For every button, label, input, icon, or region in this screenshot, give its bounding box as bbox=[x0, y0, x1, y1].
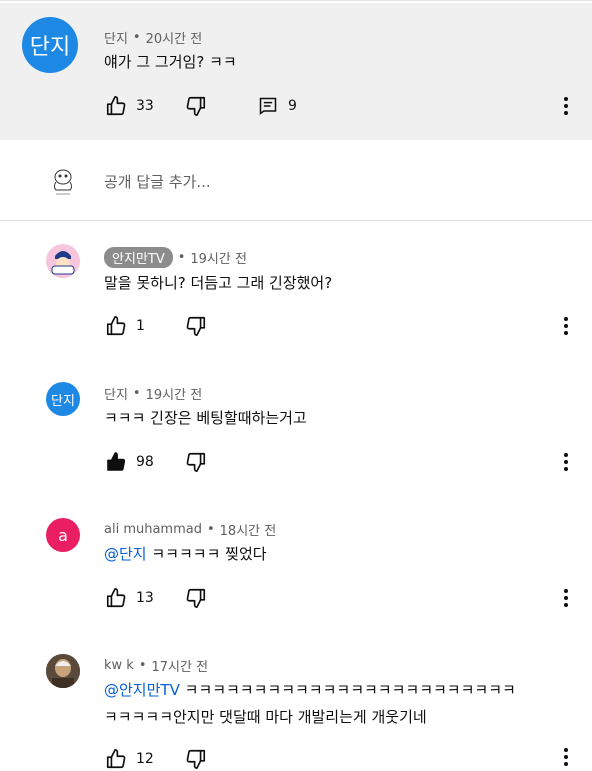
like-button[interactable]: 98 bbox=[104, 450, 154, 474]
dislike-button[interactable] bbox=[184, 450, 208, 474]
author-name[interactable]: 단지 bbox=[104, 28, 128, 47]
separator-dot: • bbox=[177, 250, 186, 265]
dislike-button[interactable] bbox=[184, 586, 208, 610]
replies-button[interactable]: 9 bbox=[256, 94, 297, 118]
more-options-icon[interactable] bbox=[554, 314, 578, 338]
timestamp[interactable]: 19시간 전 bbox=[146, 384, 203, 403]
comment-icon bbox=[256, 94, 280, 118]
comment-meta: 안지만TV • 19시간 전 bbox=[104, 247, 247, 268]
top-divider bbox=[0, 0, 592, 1]
comment-body: ㅋㅋㅋㅋㅋ 찢었다 bbox=[146, 545, 267, 563]
thumbs-down-icon bbox=[184, 94, 208, 118]
comment-text-line-2: ㅋㅋㅋㅋㅋ안지만 댓달때 마다 개발리는게 개웃기네 bbox=[104, 708, 427, 726]
dislike-button[interactable] bbox=[184, 94, 208, 118]
author-name[interactable]: 단지 bbox=[104, 384, 128, 403]
comment-meta: kw k • 17시간 전 bbox=[104, 656, 208, 675]
like-count: 98 bbox=[136, 454, 154, 470]
like-count: 33 bbox=[136, 98, 154, 114]
thumbs-down-icon bbox=[184, 747, 208, 771]
author-name[interactable]: kw k bbox=[104, 658, 134, 673]
avatar[interactable]: 단지 bbox=[22, 17, 78, 73]
separator-dot: • bbox=[132, 386, 141, 401]
like-button[interactable]: 13 bbox=[104, 586, 154, 610]
separator-dot: • bbox=[206, 522, 215, 537]
like-count: 12 bbox=[136, 751, 154, 767]
divider bbox=[0, 220, 592, 221]
separator-dot: • bbox=[132, 30, 141, 45]
comment-text: @단지 ㅋㅋㅋㅋㅋ 찢었다 bbox=[104, 543, 267, 564]
comment-text: @안지만TV ㅋㅋㅋㅋㅋㅋㅋㅋㅋㅋㅋㅋㅋㅋㅋㅋㅋㅋㅋㅋㅋㅋㅋㅋ bbox=[104, 679, 516, 700]
comment-meta: 단지 • 20시간 전 bbox=[104, 28, 202, 47]
more-options-icon[interactable] bbox=[554, 745, 578, 769]
comment-body: ㅋㅋㅋㅋㅋㅋㅋㅋㅋㅋㅋㅋㅋㅋㅋㅋㅋㅋㅋㅋㅋㅋㅋㅋ bbox=[179, 681, 516, 699]
timestamp[interactable]: 20시간 전 bbox=[146, 28, 203, 47]
comment-meta: ali muhammad • 18시간 전 bbox=[104, 520, 276, 539]
more-options-icon[interactable] bbox=[554, 450, 578, 474]
avatar-text: 단지 bbox=[29, 35, 71, 60]
comment-text: ㅋㅋㅋ 긴장은 베팅할때하는거고 bbox=[104, 409, 307, 427]
comment-text: 말을 못하니? 더듬고 그래 긴장했어? bbox=[104, 274, 333, 292]
more-options-icon[interactable] bbox=[554, 586, 578, 610]
like-button[interactable]: 1 bbox=[104, 314, 145, 338]
thumbs-down-icon bbox=[184, 314, 208, 338]
thumbs-up-icon bbox=[104, 586, 128, 610]
comment-text: 얘가 그 그거임? ㅋㅋ bbox=[104, 53, 237, 71]
avatar-text: 단지 bbox=[51, 393, 75, 409]
timestamp[interactable]: 19시간 전 bbox=[190, 248, 247, 267]
avatar[interactable]: a bbox=[46, 518, 80, 552]
timestamp[interactable]: 17시간 전 bbox=[152, 656, 209, 675]
thumbs-up-filled-icon bbox=[104, 450, 128, 474]
like-count: 13 bbox=[136, 590, 154, 606]
thumbs-up-icon bbox=[104, 94, 128, 118]
thumbs-down-icon bbox=[184, 450, 208, 474]
comment-meta: 단지 • 19시간 전 bbox=[104, 384, 202, 403]
main-comment: 단지 단지 • 20시간 전 얘가 그 그거임? ㅋㅋ 33 9 bbox=[0, 3, 592, 140]
like-button[interactable]: 12 bbox=[104, 747, 154, 771]
author-name[interactable]: 안지만TV bbox=[104, 247, 173, 268]
avatar[interactable] bbox=[46, 654, 80, 688]
reply-input[interactable]: 공개 답글 추가... bbox=[104, 171, 211, 192]
thumbs-up-icon bbox=[104, 314, 128, 338]
user-avatar bbox=[46, 164, 80, 198]
timestamp[interactable]: 18시간 전 bbox=[220, 520, 277, 539]
thumbs-up-icon bbox=[104, 747, 128, 771]
dislike-button[interactable] bbox=[184, 747, 208, 771]
like-button[interactable]: 33 bbox=[104, 94, 154, 118]
avatar[interactable] bbox=[46, 244, 80, 278]
like-count: 1 bbox=[136, 318, 145, 334]
avatar[interactable]: 단지 bbox=[46, 382, 80, 416]
thumbs-down-icon bbox=[184, 586, 208, 610]
reply-count: 9 bbox=[288, 98, 297, 114]
author-name[interactable]: ali muhammad bbox=[104, 522, 202, 537]
avatar-text: a bbox=[58, 525, 68, 545]
mention-link[interactable]: @단지 bbox=[104, 545, 147, 563]
separator-dot: • bbox=[138, 658, 147, 673]
mention-link[interactable]: @안지만TV bbox=[104, 681, 180, 699]
dislike-button[interactable] bbox=[184, 314, 208, 338]
more-options-icon[interactable] bbox=[554, 94, 578, 118]
